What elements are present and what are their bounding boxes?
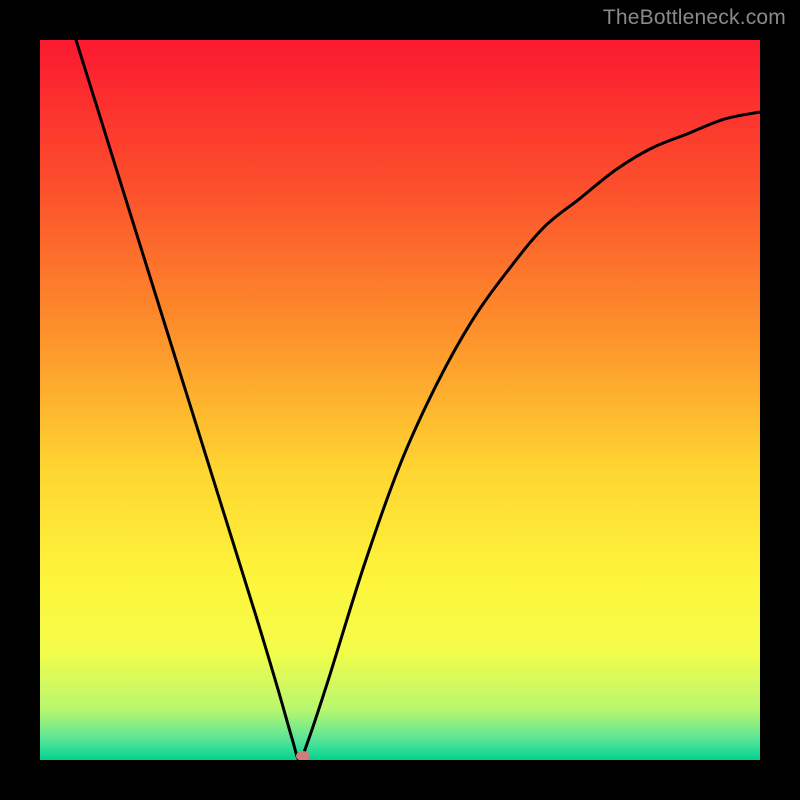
watermark-text: TheBottleneck.com <box>603 6 786 30</box>
chart-frame: TheBottleneck.com <box>0 0 800 800</box>
plot-area <box>40 40 760 760</box>
bottleneck-curve <box>40 40 760 760</box>
current-config-marker <box>296 751 310 760</box>
